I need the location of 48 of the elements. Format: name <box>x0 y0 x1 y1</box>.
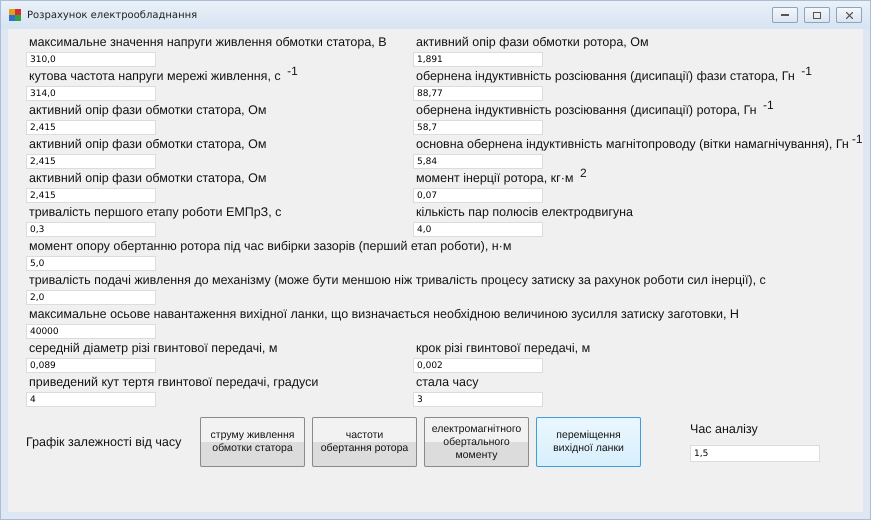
field-label: приведений кут тертя гвинтової передачі, градуси <box>28 374 318 391</box>
close-icon <box>846 12 852 18</box>
input-field[interactable]: 2,415 <box>26 120 156 135</box>
analysis-time-label: Час аналізу <box>690 422 759 436</box>
input-field[interactable]: 0,002 <box>413 358 543 373</box>
close-button[interactable] <box>836 7 862 23</box>
input-field[interactable]: 58,7 <box>413 120 543 135</box>
field-label: активний опір фази обмотки ротора, Ом <box>415 34 649 51</box>
chart-label: Графік залежності від часу <box>26 435 182 449</box>
analysis-time-field[interactable]: 1,5 <box>690 445 820 462</box>
plot-button[interactable]: струму живлення обмотки статора <box>200 417 305 467</box>
minimize-button[interactable] <box>772 7 798 23</box>
input-field[interactable]: 314,0 <box>26 86 156 101</box>
field-label: максимальне значення напруги живлення обмотки статора, В <box>28 34 387 51</box>
field-label: стала часу <box>415 374 478 391</box>
field-label: максимальне осьове навантаження вихідної ланки, що визначається необхідною величиною зусилля затиску заготовки, Н <box>28 306 739 323</box>
minimize-icon <box>781 13 789 17</box>
window-title: Розрахунок електрообладнання <box>27 10 198 20</box>
field-label: тривалість подачі живлення до механізму (може бути меншою ніж тривалість процесу затиску за рахунок роботи сил інерції), с <box>28 272 766 289</box>
field-label: кількість пар полюсів електродвигуна <box>415 204 633 221</box>
input-field[interactable]: 2,415 <box>26 188 156 203</box>
plot-button[interactable]: частоти обертання ротора <box>312 417 417 467</box>
maximize-button[interactable] <box>804 7 830 23</box>
input-field[interactable]: 1,891 <box>413 52 543 67</box>
plot-button[interactable]: електромагнітного обертального моменту <box>424 417 529 467</box>
input-field[interactable]: 0,3 <box>26 222 156 237</box>
maximize-icon <box>813 12 821 18</box>
plot-button[interactable]: переміщення вихідної ланки <box>536 417 641 467</box>
input-field[interactable]: 2,0 <box>26 290 156 305</box>
input-field[interactable]: 4,0 <box>413 222 543 237</box>
field-label: активний опір фази обмотки статора, Ом <box>28 102 266 119</box>
field-label: момент опору обертанню ротора під час вибірки зазорів (перший етап роботи), н·м <box>28 238 512 255</box>
input-field[interactable]: 88,77 <box>413 86 543 101</box>
input-field[interactable]: 310,0 <box>26 52 156 67</box>
input-field[interactable]: 0,089 <box>26 358 156 373</box>
input-field[interactable]: 5,0 <box>26 256 156 271</box>
input-field[interactable]: 40000 <box>26 324 156 339</box>
field-label: середній діаметр різі гвинтової передачі, м <box>28 340 278 357</box>
input-field[interactable]: 3 <box>413 392 543 407</box>
field-label: крок різі гвинтової передачі, м <box>415 340 590 357</box>
field-label: активний опір фази обмотки статора, Ом <box>28 170 266 187</box>
field-label: тривалість першого етапу роботи ЕМПрЗ, с <box>28 204 282 221</box>
app-icon <box>9 9 21 21</box>
input-field[interactable]: 0,07 <box>413 188 543 203</box>
input-field[interactable]: 5,84 <box>413 154 543 169</box>
input-field[interactable]: 4 <box>26 392 156 407</box>
input-field[interactable]: 2,415 <box>26 154 156 169</box>
field-label: активний опір фази обмотки статора, Ом <box>28 136 266 153</box>
